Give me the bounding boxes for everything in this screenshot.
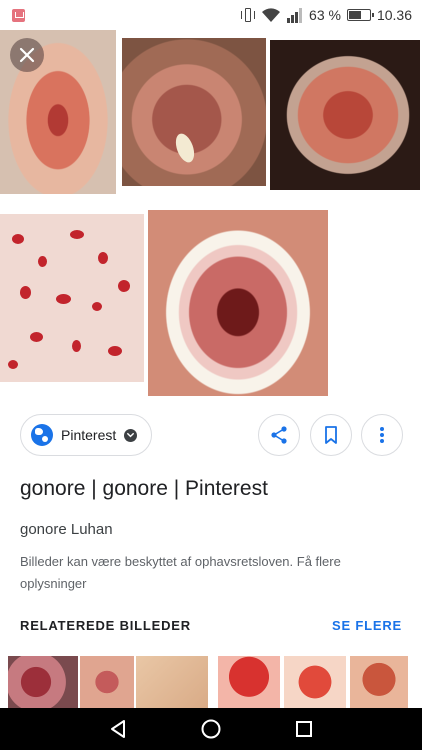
source-chip[interactable]: Pinterest — [20, 414, 153, 456]
source-row: Pinterest — [20, 414, 403, 456]
share-button[interactable] — [258, 414, 300, 456]
close-button[interactable] — [10, 38, 44, 72]
battery-fill — [348, 11, 361, 19]
source-name: Pinterest — [61, 427, 117, 443]
save-button[interactable] — [310, 414, 352, 456]
related-image-3[interactable] — [136, 656, 208, 708]
globe-icon — [31, 424, 53, 446]
back-icon — [111, 720, 125, 738]
result-title[interactable]: gonore | gonore | Pinterest — [20, 476, 402, 502]
related-image-2[interactable] — [80, 656, 134, 708]
close-icon — [19, 47, 35, 63]
battery-icon — [346, 9, 374, 21]
navigation-bar — [0, 708, 422, 750]
home-icon — [201, 719, 221, 739]
image-preview[interactable] — [0, 30, 422, 396]
see-more-link[interactable]: SE FLERE — [332, 618, 402, 633]
related-image-5[interactable] — [284, 656, 346, 708]
related-images — [0, 656, 422, 708]
result-panel: Pinterest gonore | gonore | Pinterest go… — [0, 396, 422, 708]
vibrate-icon — [241, 7, 256, 23]
more-vert-icon — [380, 427, 384, 443]
clock: 10.36 — [376, 7, 412, 23]
preview-image-3[interactable] — [270, 40, 420, 190]
home-button[interactable] — [198, 716, 224, 742]
preview-image-2[interactable] — [122, 38, 266, 186]
related-image-6[interactable] — [350, 656, 408, 708]
related-header: RELATEREDE BILLEDER SE FLERE — [20, 618, 402, 636]
preview-image-4[interactable] — [0, 214, 144, 382]
bookmark-icon — [325, 426, 337, 444]
recent-apps-button[interactable] — [291, 716, 317, 742]
status-right: 63 % 10.36 — [241, 7, 412, 23]
related-image-4[interactable] — [218, 656, 280, 708]
related-label: RELATEREDE BILLEDER — [20, 618, 191, 633]
preview-image-5[interactable] — [148, 210, 328, 396]
related-image-1[interactable] — [8, 656, 78, 708]
copyright-note[interactable]: Billeder kan være beskyttet af ophavsret… — [20, 551, 390, 595]
signal-icon — [287, 8, 303, 23]
recent-apps-icon — [296, 721, 312, 737]
result-subtitle: gonore Luhan — [20, 521, 113, 538]
app-notification-icon — [12, 8, 25, 22]
back-button[interactable] — [105, 716, 131, 742]
wifi-icon — [262, 8, 281, 22]
status-bar: 63 % 10.36 — [0, 0, 422, 30]
more-button[interactable] — [361, 414, 403, 456]
share-icon — [271, 426, 287, 444]
battery-percent: 63 % — [309, 7, 341, 23]
arrow-circle-icon — [124, 428, 138, 442]
